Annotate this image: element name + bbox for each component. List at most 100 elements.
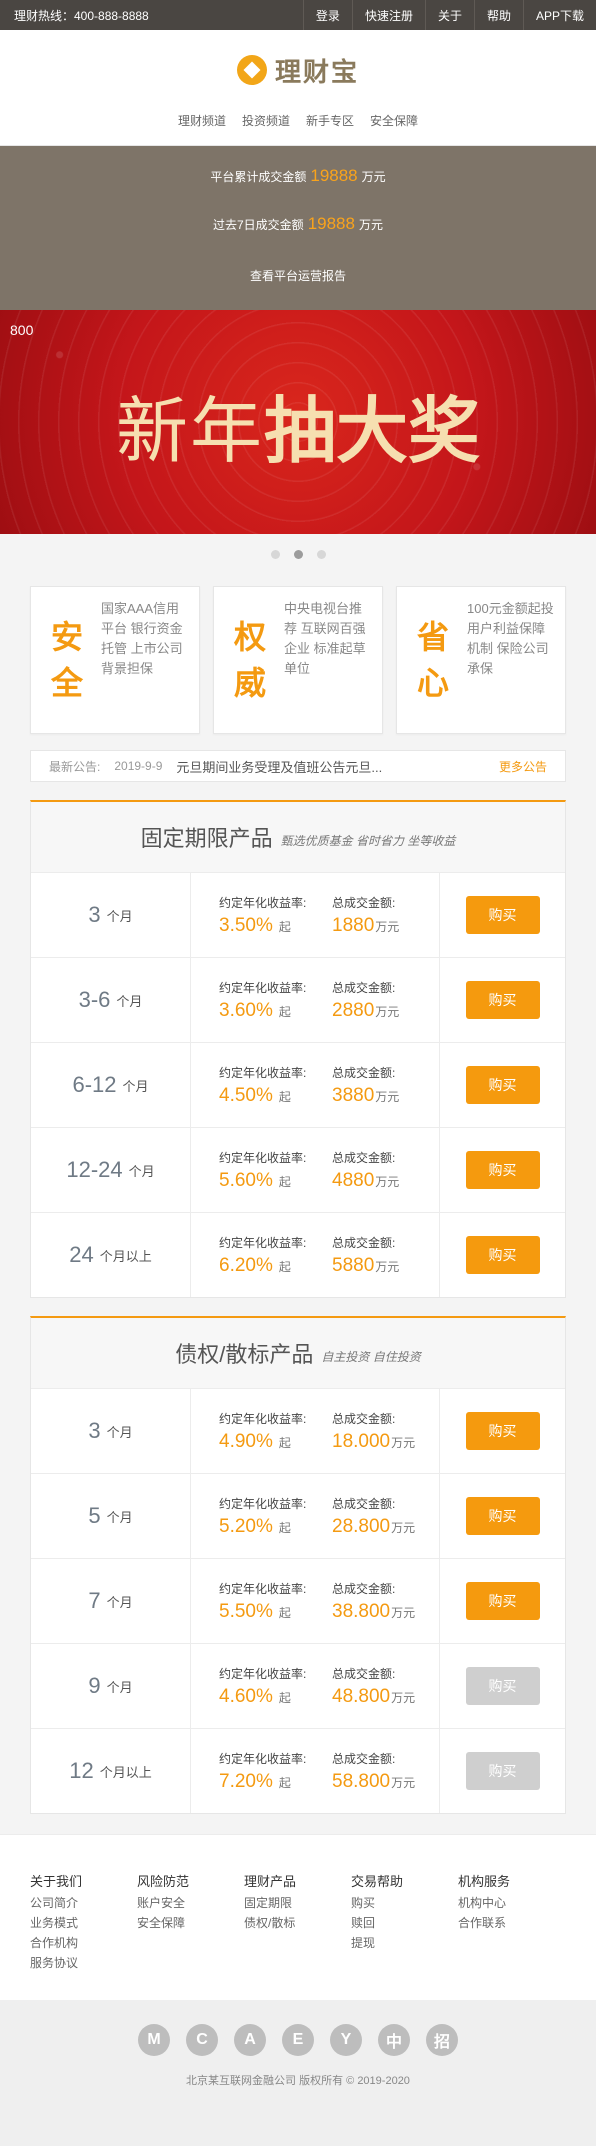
app-download-link[interactable]: APP下载	[522, 0, 596, 30]
product-rate: 约定年化收益率: 4.50% 起	[191, 1064, 318, 1107]
product-amount: 总成交金额: 4880万元	[318, 1128, 440, 1212]
buy-button[interactable]: 购买	[465, 1066, 540, 1104]
product-amount: 总成交金额: 1880万元	[318, 873, 440, 957]
section-header: 固定期限产品 甄选优质基金 省时省力 坐等收益	[31, 802, 565, 872]
carousel-dot-1[interactable]	[270, 549, 280, 559]
footer-link[interactable]: 业务模式	[30, 1913, 137, 1933]
amount-value: 4880	[332, 1169, 375, 1191]
amount-value: 28.800	[332, 1515, 391, 1537]
product-term: 24 个月以上	[31, 1213, 191, 1297]
footer-link[interactable]: 账户安全	[137, 1893, 244, 1913]
amount-value: 2880	[332, 999, 375, 1021]
term-unit: 个月以上	[99, 1764, 152, 1780]
buy-button[interactable]: 购买	[465, 1497, 540, 1535]
login-link[interactable]: 登录	[302, 0, 352, 30]
amount-unit: 万元	[375, 1089, 400, 1104]
product-term: 3-6 个月	[31, 958, 191, 1042]
footer-link[interactable]: 赎回	[351, 1913, 458, 1933]
rate-label: 约定年化收益率:	[219, 980, 307, 995]
product-rate: 约定年化收益率: 7.20% 起	[191, 1750, 318, 1793]
amount-label: 总成交金额:	[332, 1235, 396, 1250]
amount-label: 总成交金额:	[332, 1751, 396, 1766]
nav-finance[interactable]: 理财频道	[178, 112, 226, 129]
section-subtitle: 甄选优质基金 省时省力 坐等收益	[280, 833, 456, 848]
rate-label: 约定年化收益率:	[219, 1751, 307, 1766]
copyright-text: 北京某互联网金融公司 版权所有 © 2019-2020	[186, 2075, 410, 2087]
rate-suffix: 起	[278, 1089, 291, 1104]
buy-button[interactable]: 购买	[465, 1752, 540, 1790]
rate-value: 6.20%	[219, 1254, 273, 1276]
nav-newbie[interactable]: 新手专区	[306, 112, 354, 129]
partner-badge-icon: E	[282, 2024, 314, 2056]
footer-link[interactable]: 机构中心	[458, 1893, 565, 1913]
footer-links: 关于我们 公司简介 业务模式 合作机构 服务协议 风险防范 账户安全 安全保障 理财产品 固定期限…	[0, 1834, 596, 2000]
product-action: 购买	[440, 1066, 565, 1104]
product-list: 3 个月 约定年化收益率: 3.50% 起总成交金额: 1880万元 购买 3-6 个月 约定年化…	[31, 872, 565, 1297]
term-value: 3-6	[78, 987, 111, 1012]
buy-button[interactable]: 购买	[465, 981, 540, 1019]
about-link[interactable]: 关于	[424, 0, 474, 30]
term-value: 12-24	[66, 1157, 123, 1182]
term-unit: 个月以上	[99, 1248, 152, 1264]
footer-link[interactable]: 合作联系	[458, 1913, 565, 1933]
buy-button[interactable]: 购买	[465, 1151, 540, 1189]
term-unit: 个月	[106, 1594, 133, 1610]
footer-column: 机构服务 机构中心 合作联系	[458, 1871, 565, 2000]
buy-button[interactable]: 购买	[465, 1236, 540, 1274]
rate-suffix: 起	[278, 1004, 291, 1019]
product-action: 购买	[440, 1151, 565, 1189]
rate-label: 约定年化收益率:	[219, 1411, 307, 1426]
footer-link[interactable]: 服务协议	[30, 1953, 137, 1973]
amount-unit: 万元	[391, 1435, 416, 1450]
product-rate: 约定年化收益率: 5.20% 起	[191, 1495, 318, 1538]
buy-button[interactable]: 购买	[465, 1412, 540, 1450]
section-header: 债权/散标产品 自主投资 自住投资	[31, 1318, 565, 1388]
footer-link[interactable]: 购买	[351, 1893, 458, 1913]
product-action: 购买	[440, 981, 565, 1019]
product-amount: 总成交金额: 2880万元	[318, 958, 440, 1042]
logo-icon	[236, 55, 267, 85]
footer-link[interactable]: 合作机构	[30, 1933, 137, 1953]
footer-link[interactable]: 安全保障	[137, 1913, 244, 1933]
nav-invest[interactable]: 投资频道	[242, 112, 290, 129]
amount-label: 总成交金额:	[332, 1496, 396, 1511]
buy-button[interactable]: 购买	[465, 1582, 540, 1620]
amount-value: 48.800	[332, 1685, 391, 1707]
footer-link[interactable]: 固定期限	[244, 1893, 351, 1913]
banner-headline-light: 新年	[115, 392, 264, 472]
carousel-dot-3[interactable]	[316, 549, 326, 559]
buy-button[interactable]: 购买	[465, 896, 540, 934]
partner-badge-icon: M	[138, 2024, 170, 2056]
footer-link[interactable]: 提现	[351, 1933, 458, 1953]
report-link[interactable]: 查看平台运营报告	[0, 250, 596, 300]
register-link[interactable]: 快速注册	[351, 0, 425, 30]
feature-card-authority: 权威 中央电视台推荐 互联网百强企业 标准起草单位	[213, 586, 383, 734]
help-link[interactable]: 帮助	[473, 0, 523, 30]
term-value: 7	[88, 1588, 101, 1613]
footer-link[interactable]: 债权/散标	[244, 1913, 351, 1933]
term-unit: 个月	[106, 908, 133, 924]
term-unit: 个月	[122, 1078, 149, 1094]
product-term: 12 个月以上	[31, 1729, 191, 1813]
nav-security[interactable]: 安全保障	[370, 112, 418, 129]
footer-column-title: 关于我们	[30, 1874, 83, 1889]
promo-banner[interactable]: 800 新年抽大奖	[0, 310, 596, 534]
announcement-date: 2019-9-9	[114, 759, 163, 773]
product-row: 3 个月 约定年化收益率: 3.50% 起 总成交金额: 1880万元 购买	[31, 872, 565, 957]
product-term: 9 个月	[31, 1644, 191, 1728]
carousel-dot-2[interactable]	[293, 549, 303, 559]
footer-link[interactable]: 公司简介	[30, 1893, 137, 1913]
buy-button[interactable]: 购买	[465, 1667, 540, 1705]
amount-label: 总成交金额:	[332, 1150, 396, 1165]
more-announcements-link[interactable]: 更多公告	[499, 758, 547, 775]
product-action: 购买	[440, 1497, 565, 1535]
term-value: 9	[88, 1673, 101, 1698]
announcement-text[interactable]: 元旦期间业务受理及值班公告元旦...	[176, 757, 499, 776]
total-volume-label: 平台累计成交金额	[210, 169, 307, 184]
product-term: 12-24 个月	[31, 1128, 191, 1212]
feature-text: 中央电视台推荐 互联网百强企业 标准起草单位	[284, 601, 366, 676]
debt-products: 债权/散标产品 自主投资 自住投资 3 个月 约定年化收益率: 4.90% 起总成交金额…	[30, 1316, 566, 1814]
rate-value: 5.50%	[219, 1600, 273, 1622]
brand-logo[interactable]: 理财宝	[0, 30, 596, 92]
amount-label: 总成交金额:	[332, 895, 396, 910]
